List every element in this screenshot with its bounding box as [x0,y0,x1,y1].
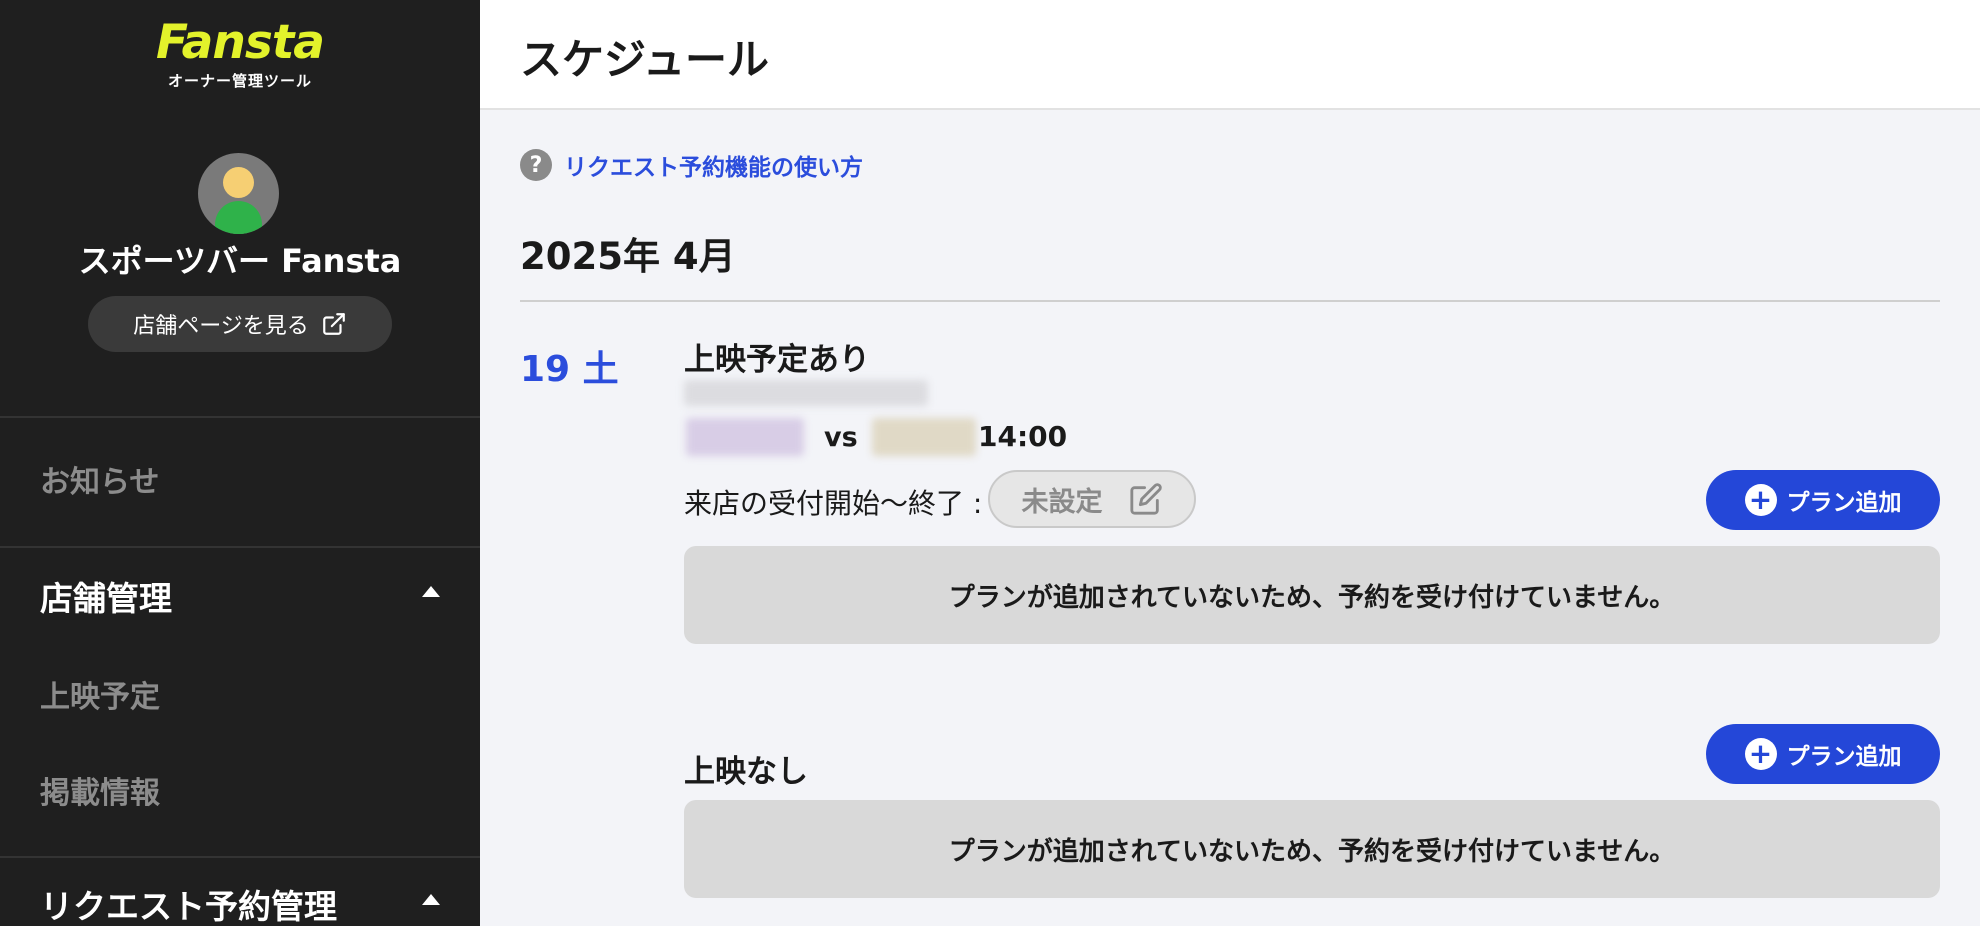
avatar [198,153,279,234]
sidebar: Fansta オーナー管理ツール スポーツバー Fansta 店舗ページを見る … [0,0,480,926]
avatar-body [215,201,262,234]
sidebar-divider [0,856,480,858]
sidebar-item-listing-info[interactable]: 掲載情報 [40,768,160,812]
add-plan-button[interactable]: + プラン追加 [1706,470,1940,530]
month-heading: 2025年 4月 [520,235,736,278]
question-icon: ? [520,149,552,181]
screening-status-title: 上映なし [684,754,808,790]
match-league-redacted [684,380,928,406]
no-plan-message: プランが追加されていないため、予約を受け付けていません。 [684,800,1940,898]
month-divider [520,300,1940,302]
match-vs: vs [824,422,858,453]
avatar-head [223,167,254,198]
caret-up-icon [422,586,440,597]
help-link[interactable]: ? リクエスト予約機能の使い方 [520,148,863,182]
plus-icon: + [1744,484,1777,516]
page-header: スケジュール [480,0,1980,110]
reception-hours-value: 未設定 [1021,486,1103,518]
caret-up-icon [422,894,440,905]
logo-subtitle: オーナー管理ツール [167,72,312,90]
shop-name: スポーツバー Fansta [78,242,402,280]
reception-hours-edit-button[interactable]: 未設定 [988,470,1196,528]
sidebar-section-label: リクエスト予約管理 [40,887,337,926]
page-title: スケジュール [520,35,770,84]
screening-status-title: 上映予定あり [684,342,870,378]
sidebar-divider [0,416,480,418]
sidebar-item-news[interactable]: お知らせ [40,457,159,501]
help-link-label: リクエスト予約機能の使い方 [564,155,863,181]
match-time: 14:00 [978,420,1068,453]
edit-icon [1129,483,1162,515]
sidebar-section-request-reservations[interactable]: リクエスト予約管理 [40,880,440,926]
day-label: 19 土 [520,349,619,390]
add-plan-label: プラン追加 [1786,490,1902,516]
sidebar-item-screening-schedule[interactable]: 上映予定 [40,672,160,716]
view-shop-page-label: 店舗ページを見る [133,314,309,339]
logo-wordmark: Fansta [155,15,325,70]
home-team-redacted [686,418,804,456]
add-plan-button[interactable]: + プラン追加 [1706,724,1940,784]
no-plan-message: プランが追加されていないため、予約を受け付けていません。 [684,546,1940,644]
sidebar-divider [0,546,480,548]
external-link-icon [322,313,345,335]
view-shop-page-button[interactable]: 店舗ページを見る [88,296,392,352]
reception-hours-label: 来店の受付開始〜終了 : [684,487,983,520]
sidebar-section-store-management[interactable]: 店舗管理 [40,572,440,620]
sidebar-section-label: 店舗管理 [40,579,172,618]
add-plan-label: プラン追加 [1786,744,1902,770]
fansta-logo[interactable]: Fansta オーナー管理ツール [0,18,480,91]
plus-icon: + [1744,738,1777,770]
away-team-redacted [872,418,976,456]
